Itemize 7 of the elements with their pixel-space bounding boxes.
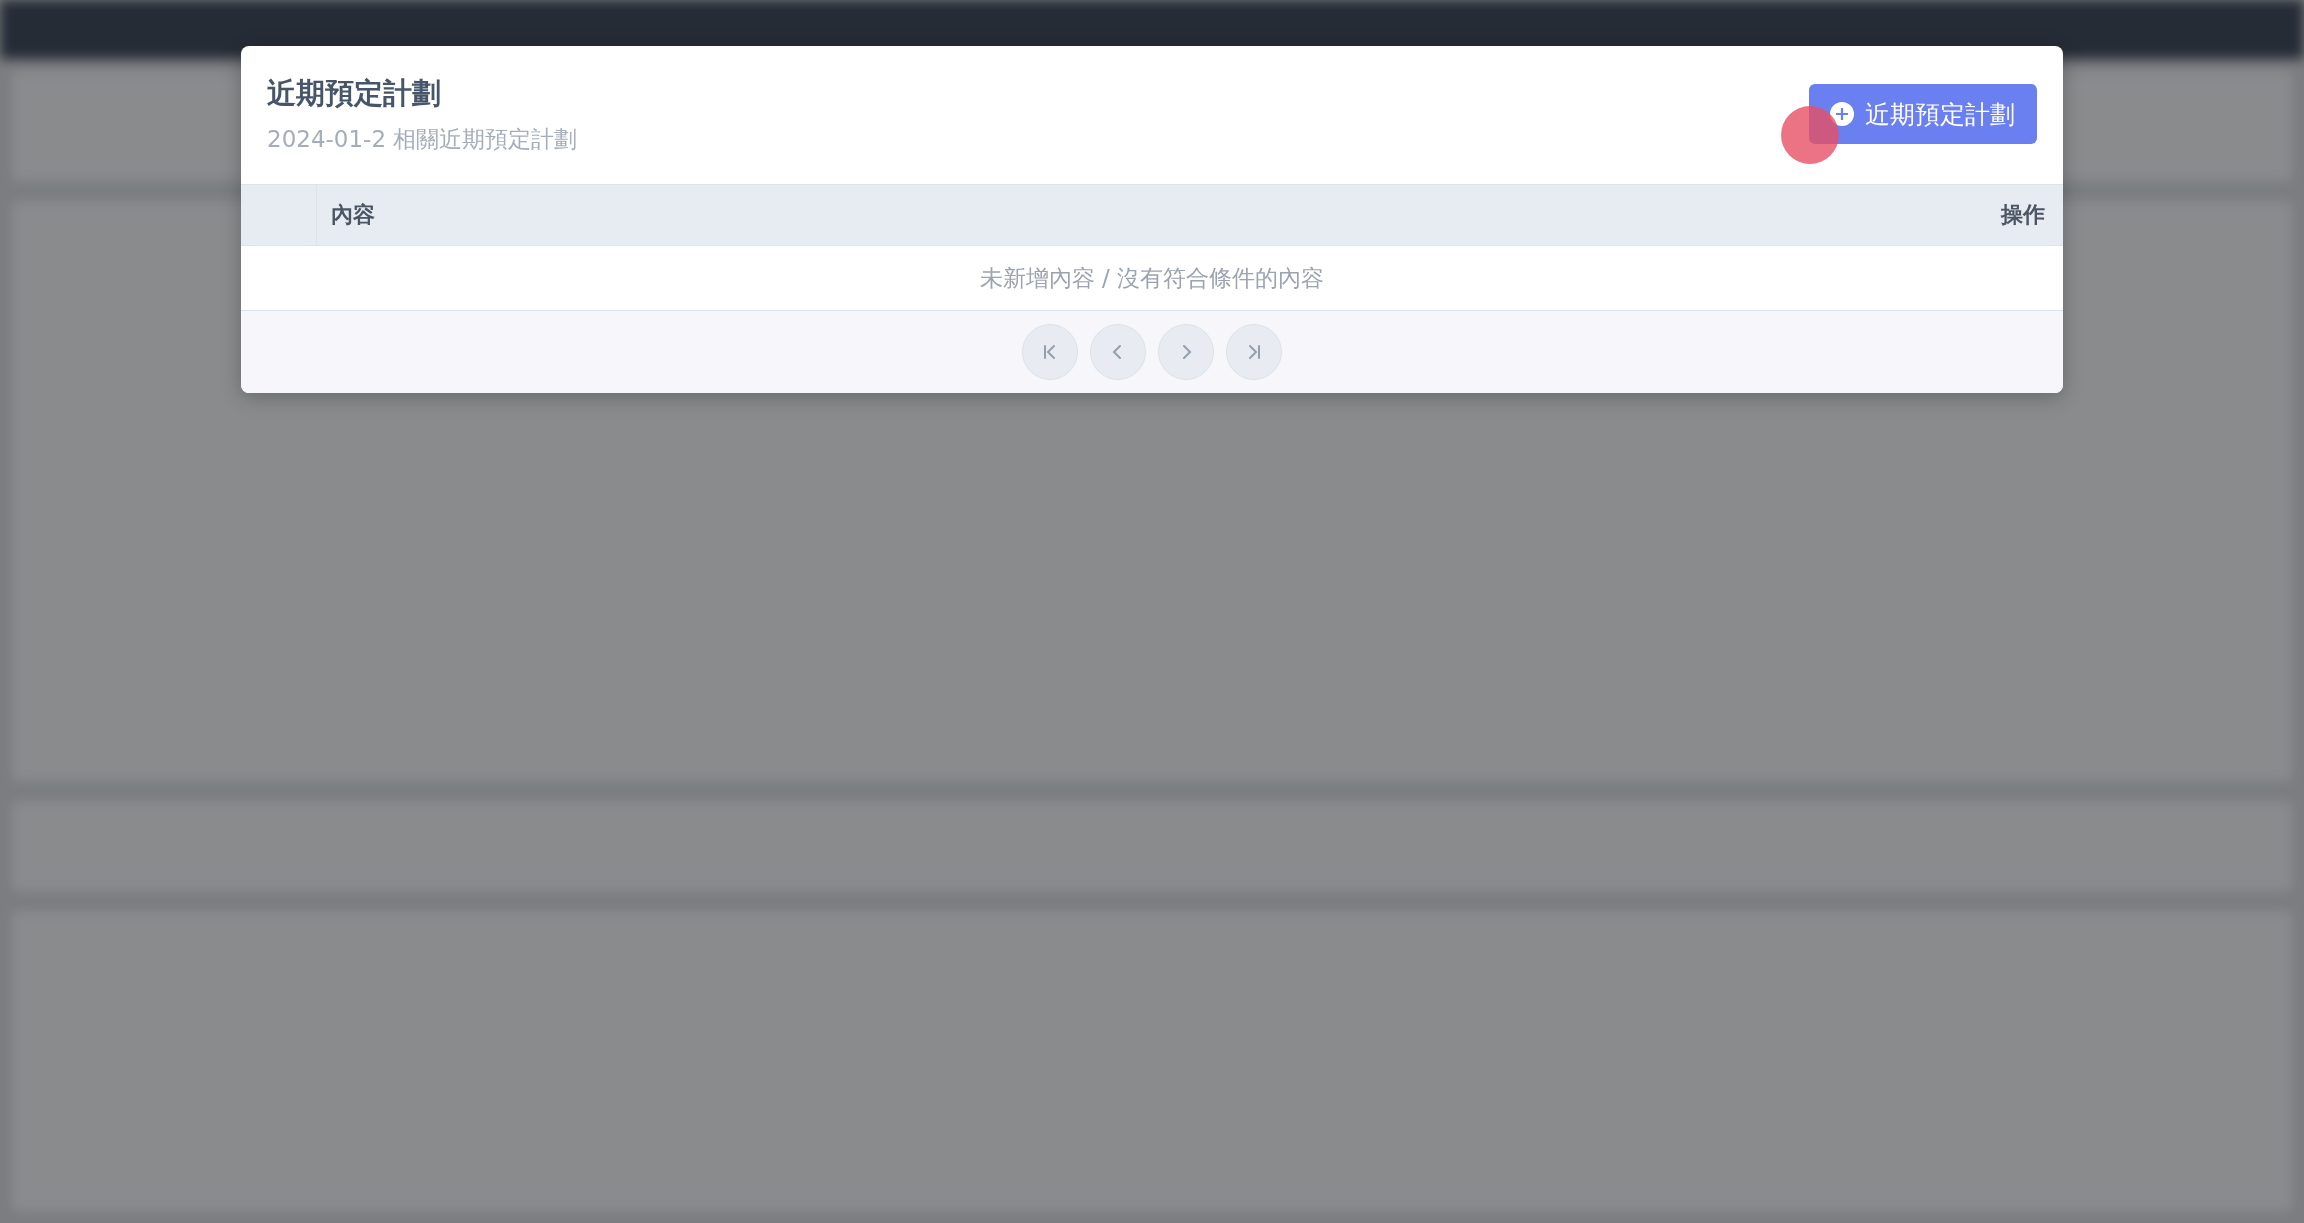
dialog-subtitle: 2024-01-2 相關近期預定計劃 xyxy=(267,125,578,154)
plus-circle-icon xyxy=(1829,101,1855,127)
dialog-title: 近期預定計劃 xyxy=(267,75,442,112)
empty-message: 未新增內容 / 沒有符合條件的內容 xyxy=(979,263,1325,293)
add-plan-button[interactable]: 近期預定計劃 xyxy=(1809,84,2037,144)
column-header: 內容 xyxy=(330,201,376,229)
column-header: 操作 xyxy=(1999,201,2046,229)
